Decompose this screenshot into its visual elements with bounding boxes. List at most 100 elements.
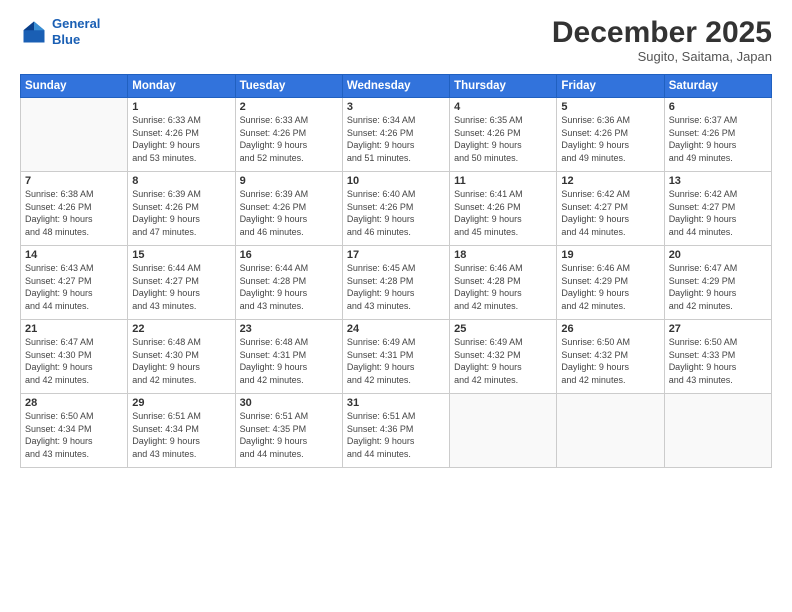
day-number: 4 <box>454 101 552 113</box>
day-number: 30 <box>240 397 338 409</box>
day-info: Sunrise: 6:46 AM Sunset: 4:28 PM Dayligh… <box>454 262 552 312</box>
calendar-cell: 14Sunrise: 6:43 AM Sunset: 4:27 PM Dayli… <box>21 246 128 320</box>
day-info: Sunrise: 6:39 AM Sunset: 4:26 PM Dayligh… <box>132 188 230 238</box>
calendar-cell: 30Sunrise: 6:51 AM Sunset: 4:35 PM Dayli… <box>235 394 342 468</box>
day-number: 23 <box>240 323 338 335</box>
day-number: 14 <box>25 249 123 261</box>
calendar-cell: 15Sunrise: 6:44 AM Sunset: 4:27 PM Dayli… <box>128 246 235 320</box>
calendar-cell: 19Sunrise: 6:46 AM Sunset: 4:29 PM Dayli… <box>557 246 664 320</box>
calendar-cell <box>664 394 771 468</box>
calendar-cell: 8Sunrise: 6:39 AM Sunset: 4:26 PM Daylig… <box>128 172 235 246</box>
day-number: 1 <box>132 101 230 113</box>
calendar-cell: 5Sunrise: 6:36 AM Sunset: 4:26 PM Daylig… <box>557 98 664 172</box>
calendar-cell <box>557 394 664 468</box>
day-info: Sunrise: 6:34 AM Sunset: 4:26 PM Dayligh… <box>347 114 445 164</box>
calendar-cell: 4Sunrise: 6:35 AM Sunset: 4:26 PM Daylig… <box>450 98 557 172</box>
col-saturday: Saturday <box>664 75 771 98</box>
calendar-cell: 12Sunrise: 6:42 AM Sunset: 4:27 PM Dayli… <box>557 172 664 246</box>
calendar-cell: 11Sunrise: 6:41 AM Sunset: 4:26 PM Dayli… <box>450 172 557 246</box>
calendar-week-3: 14Sunrise: 6:43 AM Sunset: 4:27 PM Dayli… <box>21 246 772 320</box>
day-info: Sunrise: 6:51 AM Sunset: 4:34 PM Dayligh… <box>132 410 230 460</box>
day-info: Sunrise: 6:47 AM Sunset: 4:30 PM Dayligh… <box>25 336 123 386</box>
title-block: December 2025 Sugito, Saitama, Japan <box>552 16 772 64</box>
day-number: 6 <box>669 101 767 113</box>
day-number: 7 <box>25 175 123 187</box>
day-number: 3 <box>347 101 445 113</box>
day-info: Sunrise: 6:49 AM Sunset: 4:31 PM Dayligh… <box>347 336 445 386</box>
day-info: Sunrise: 6:45 AM Sunset: 4:28 PM Dayligh… <box>347 262 445 312</box>
col-monday: Monday <box>128 75 235 98</box>
calendar-cell: 22Sunrise: 6:48 AM Sunset: 4:30 PM Dayli… <box>128 320 235 394</box>
col-wednesday: Wednesday <box>342 75 449 98</box>
calendar-week-5: 28Sunrise: 6:50 AM Sunset: 4:34 PM Dayli… <box>21 394 772 468</box>
calendar-table: Sunday Monday Tuesday Wednesday Thursday… <box>20 74 772 468</box>
calendar-cell <box>450 394 557 468</box>
day-number: 19 <box>561 249 659 261</box>
col-friday: Friday <box>557 75 664 98</box>
day-info: Sunrise: 6:51 AM Sunset: 4:35 PM Dayligh… <box>240 410 338 460</box>
calendar-week-4: 21Sunrise: 6:47 AM Sunset: 4:30 PM Dayli… <box>21 320 772 394</box>
calendar-cell: 6Sunrise: 6:37 AM Sunset: 4:26 PM Daylig… <box>664 98 771 172</box>
day-info: Sunrise: 6:36 AM Sunset: 4:26 PM Dayligh… <box>561 114 659 164</box>
calendar-cell: 26Sunrise: 6:50 AM Sunset: 4:32 PM Dayli… <box>557 320 664 394</box>
day-info: Sunrise: 6:49 AM Sunset: 4:32 PM Dayligh… <box>454 336 552 386</box>
day-info: Sunrise: 6:38 AM Sunset: 4:26 PM Dayligh… <box>25 188 123 238</box>
calendar-cell: 29Sunrise: 6:51 AM Sunset: 4:34 PM Dayli… <box>128 394 235 468</box>
calendar-cell: 21Sunrise: 6:47 AM Sunset: 4:30 PM Dayli… <box>21 320 128 394</box>
calendar-cell: 20Sunrise: 6:47 AM Sunset: 4:29 PM Dayli… <box>664 246 771 320</box>
logo-line1: General <box>52 16 100 32</box>
calendar-cell: 18Sunrise: 6:46 AM Sunset: 4:28 PM Dayli… <box>450 246 557 320</box>
calendar-cell: 13Sunrise: 6:42 AM Sunset: 4:27 PM Dayli… <box>664 172 771 246</box>
header: General Blue December 2025 Sugito, Saita… <box>20 16 772 64</box>
calendar-cell: 24Sunrise: 6:49 AM Sunset: 4:31 PM Dayli… <box>342 320 449 394</box>
day-number: 26 <box>561 323 659 335</box>
calendar-week-1: 1 Sunrise: 6:33 AM Sunset: 4:26 PM Daylig… <box>21 98 772 172</box>
calendar-cell: 31Sunrise: 6:51 AM Sunset: 4:36 PM Dayli… <box>342 394 449 468</box>
day-info: Sunrise: 6:40 AM Sunset: 4:26 PM Dayligh… <box>347 188 445 238</box>
month-title: December 2025 <box>552 16 772 49</box>
day-number: 2 <box>240 101 338 113</box>
day-number: 24 <box>347 323 445 335</box>
day-info: Sunrise: 6:43 AM Sunset: 4:27 PM Dayligh… <box>25 262 123 312</box>
calendar-week-2: 7Sunrise: 6:38 AM Sunset: 4:26 PM Daylig… <box>21 172 772 246</box>
day-info: Sunrise: 6:39 AM Sunset: 4:26 PM Dayligh… <box>240 188 338 238</box>
day-info: Sunrise: 6:33 AM Sunset: 4:26 PM Dayligh… <box>240 114 338 164</box>
calendar-header-row: Sunday Monday Tuesday Wednesday Thursday… <box>21 75 772 98</box>
day-info: Sunrise: 6:42 AM Sunset: 4:27 PM Dayligh… <box>561 188 659 238</box>
day-number: 12 <box>561 175 659 187</box>
calendar-cell: 1Sunrise: 6:33 AM Sunset: 4:26 PM Daylig… <box>128 98 235 172</box>
calendar-cell: 2Sunrise: 6:33 AM Sunset: 4:26 PM Daylig… <box>235 98 342 172</box>
calendar-cell: 10Sunrise: 6:40 AM Sunset: 4:26 PM Dayli… <box>342 172 449 246</box>
day-number: 20 <box>669 249 767 261</box>
logo-line2: Blue <box>52 32 100 48</box>
calendar-cell: 3Sunrise: 6:34 AM Sunset: 4:26 PM Daylig… <box>342 98 449 172</box>
day-number: 29 <box>132 397 230 409</box>
day-info: Sunrise: 6:51 AM Sunset: 4:36 PM Dayligh… <box>347 410 445 460</box>
day-number: 22 <box>132 323 230 335</box>
day-info: Sunrise: 6:37 AM Sunset: 4:26 PM Dayligh… <box>669 114 767 164</box>
day-number: 25 <box>454 323 552 335</box>
logo-icon <box>20 18 48 46</box>
col-tuesday: Tuesday <box>235 75 342 98</box>
day-info: Sunrise: 6:50 AM Sunset: 4:34 PM Dayligh… <box>25 410 123 460</box>
day-number: 17 <box>347 249 445 261</box>
day-info: Sunrise: 6:46 AM Sunset: 4:29 PM Dayligh… <box>561 262 659 312</box>
col-thursday: Thursday <box>450 75 557 98</box>
calendar-cell: 16Sunrise: 6:44 AM Sunset: 4:28 PM Dayli… <box>235 246 342 320</box>
calendar-cell: 23Sunrise: 6:48 AM Sunset: 4:31 PM Dayli… <box>235 320 342 394</box>
day-info: Sunrise: 6:44 AM Sunset: 4:28 PM Dayligh… <box>240 262 338 312</box>
day-info: Sunrise: 6:50 AM Sunset: 4:33 PM Dayligh… <box>669 336 767 386</box>
logo: General Blue <box>20 16 100 47</box>
day-number: 8 <box>132 175 230 187</box>
calendar-cell: 25Sunrise: 6:49 AM Sunset: 4:32 PM Dayli… <box>450 320 557 394</box>
day-number: 13 <box>669 175 767 187</box>
calendar-cell: 28Sunrise: 6:50 AM Sunset: 4:34 PM Dayli… <box>21 394 128 468</box>
day-info: Sunrise: 6:41 AM Sunset: 4:26 PM Dayligh… <box>454 188 552 238</box>
col-sunday: Sunday <box>21 75 128 98</box>
page: General Blue December 2025 Sugito, Saita… <box>0 0 792 612</box>
day-number: 10 <box>347 175 445 187</box>
day-number: 31 <box>347 397 445 409</box>
day-info: Sunrise: 6:50 AM Sunset: 4:32 PM Dayligh… <box>561 336 659 386</box>
logo-text: General Blue <box>52 16 100 47</box>
day-number: 18 <box>454 249 552 261</box>
